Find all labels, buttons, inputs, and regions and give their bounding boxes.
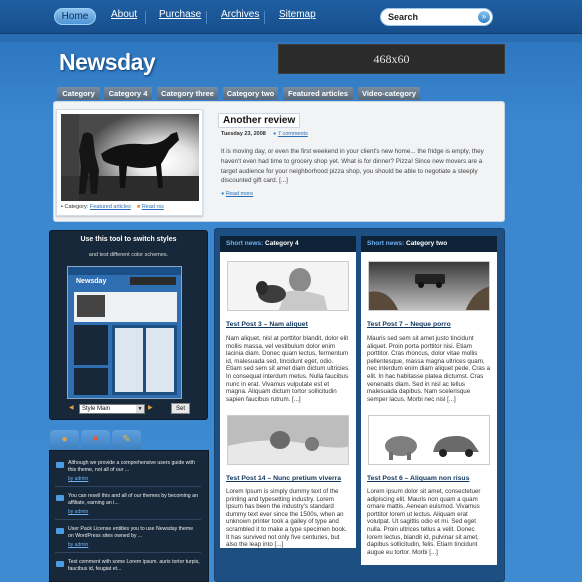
search-label: Search bbox=[388, 12, 419, 22]
nav-about[interactable]: About bbox=[111, 9, 137, 20]
featured-comments[interactable]: ● 7 comments bbox=[273, 131, 308, 137]
write-tab[interactable]: ✎ bbox=[112, 430, 141, 450]
post-thumbnail[interactable] bbox=[227, 415, 349, 465]
comment-icon bbox=[56, 561, 64, 567]
set-style-button[interactable]: Set bbox=[171, 403, 190, 414]
comment-icon bbox=[56, 528, 64, 534]
comment-text[interactable]: Although we provide a comprehensive user… bbox=[68, 460, 200, 474]
preview-logo: Newsday bbox=[76, 278, 107, 285]
style-select-value: Style Main bbox=[82, 406, 111, 412]
comment-author[interactable]: by admin bbox=[68, 542, 88, 548]
category-tab[interactable]: Category 4 bbox=[104, 87, 152, 100]
post-thumbnail[interactable] bbox=[368, 415, 490, 465]
post-excerpt: Nam aliquet, nisl at porttitor blandit, … bbox=[226, 335, 350, 403]
comments-count[interactable]: 7 comments bbox=[278, 131, 308, 137]
favorites-tab[interactable]: ♥ bbox=[81, 430, 110, 450]
short-news-label: Short news: bbox=[367, 240, 405, 247]
comment-text[interactable]: You can resell this and all of our theme… bbox=[68, 493, 200, 507]
category-tab[interactable]: Category two bbox=[223, 87, 278, 100]
ad-banner[interactable]: 468x60 bbox=[278, 44, 505, 74]
featured-date: Tuesday 23, 2008 bbox=[221, 131, 266, 137]
post-title[interactable]: Test Post 14 – Nunc pretium viverra bbox=[226, 475, 341, 482]
nav-sitemap[interactable]: Sitemap bbox=[279, 9, 316, 20]
previous-style-icon[interactable]: ◀ bbox=[69, 404, 74, 411]
comments-tab[interactable]: ● bbox=[50, 430, 79, 450]
post-title[interactable]: Test Post 6 – Aliquam non risus bbox=[367, 475, 469, 482]
preview-ad bbox=[130, 277, 176, 285]
comments-icon: ● bbox=[61, 434, 68, 445]
divider bbox=[55, 519, 201, 520]
divider bbox=[55, 486, 201, 487]
arrow-icon: ● bbox=[221, 191, 225, 197]
switcher-title: Use this tool to switch styles bbox=[80, 236, 177, 243]
nav-divider bbox=[206, 11, 207, 24]
pencil-icon: ✎ bbox=[122, 434, 131, 445]
featured-title[interactable]: Another review bbox=[218, 113, 301, 128]
style-select[interactable]: Style Main ▼ bbox=[79, 404, 145, 414]
nav-home[interactable]: Home bbox=[54, 8, 96, 25]
post-thumbnail[interactable] bbox=[368, 261, 490, 311]
category-label: Category: bbox=[64, 204, 89, 210]
category-tab[interactable]: Category three bbox=[157, 87, 218, 100]
category-tab[interactable]: Category bbox=[57, 87, 100, 100]
site-logo[interactable]: Newsday bbox=[59, 49, 156, 76]
post-title[interactable]: Test Post 7 – Neque porro bbox=[367, 321, 451, 328]
column-header-category-two: Short news: Category two bbox=[361, 236, 497, 252]
comment-text[interactable]: User Pack License entitles you to use Ne… bbox=[68, 526, 200, 540]
preview-nav bbox=[68, 267, 181, 275]
chevron-down-icon: ▼ bbox=[136, 405, 144, 413]
featured-excerpt: It is moving day, or even the first week… bbox=[221, 148, 484, 185]
column-category[interactable]: Category 4 bbox=[265, 240, 299, 247]
next-style-icon[interactable]: ▶ bbox=[148, 404, 153, 411]
preview-sidebar bbox=[74, 325, 108, 365]
post-title[interactable]: Test Post 3 – Nam aliquet bbox=[226, 321, 308, 328]
post-thumbnail[interactable] bbox=[227, 261, 349, 311]
read-more-link[interactable]: Read more bbox=[226, 191, 253, 197]
category-tab[interactable]: Featured articles bbox=[283, 87, 353, 100]
folder-icon: ▪ bbox=[61, 204, 63, 210]
post-excerpt: Lorem Ipsum is simply dummy text of the … bbox=[226, 488, 347, 549]
nav-divider bbox=[145, 11, 146, 24]
divider bbox=[55, 552, 201, 553]
nav-archives[interactable]: Archives bbox=[221, 9, 259, 20]
comment-icon bbox=[56, 495, 64, 501]
rss-icon: ■ bbox=[136, 204, 141, 210]
post-excerpt: Mauris sed sem sit amet justo tincidunt … bbox=[367, 335, 491, 403]
nav-purchase[interactable]: Purchase bbox=[159, 9, 201, 20]
column-category[interactable]: Category two bbox=[406, 240, 447, 247]
comment-icon bbox=[56, 462, 64, 468]
short-news-label: Short news: bbox=[226, 240, 264, 247]
comment-bubble-icon: ● bbox=[273, 131, 277, 137]
comment-text[interactable]: Test comment with some Lorem ipsum. auri… bbox=[68, 559, 200, 573]
column-header-category-4: Short news: Category 4 bbox=[220, 236, 356, 252]
search-submit-icon[interactable]: » bbox=[478, 11, 490, 23]
comment-author[interactable]: by admin bbox=[68, 509, 88, 515]
featured-image[interactable] bbox=[61, 114, 199, 201]
featured-meta: ▪ Category: Featured articles ■ Read rss bbox=[61, 204, 164, 210]
preview-featured bbox=[74, 292, 177, 322]
category-tab[interactable]: Video-category bbox=[358, 87, 420, 100]
rss-link[interactable]: Read rss bbox=[142, 204, 164, 210]
preview-widget bbox=[74, 368, 108, 395]
post-excerpt: Lorem ipsum dolor sit amet, consectetuer… bbox=[367, 488, 481, 556]
comment-author[interactable]: by admin bbox=[68, 476, 88, 482]
featured-image-frame: ▪ Category: Featured articles ■ Read rss bbox=[56, 109, 203, 216]
heart-icon: ♥ bbox=[92, 434, 99, 445]
search-input[interactable]: Search » bbox=[380, 8, 493, 26]
category-link[interactable]: Featured articles bbox=[90, 204, 131, 210]
nav-divider bbox=[264, 11, 265, 24]
style-preview-thumbnail: Newsday bbox=[67, 266, 182, 399]
switcher-subtitle: and test different color schemes. bbox=[88, 252, 169, 258]
preview-columns bbox=[112, 325, 177, 395]
featured-read-more[interactable]: ● Read more bbox=[221, 191, 253, 197]
